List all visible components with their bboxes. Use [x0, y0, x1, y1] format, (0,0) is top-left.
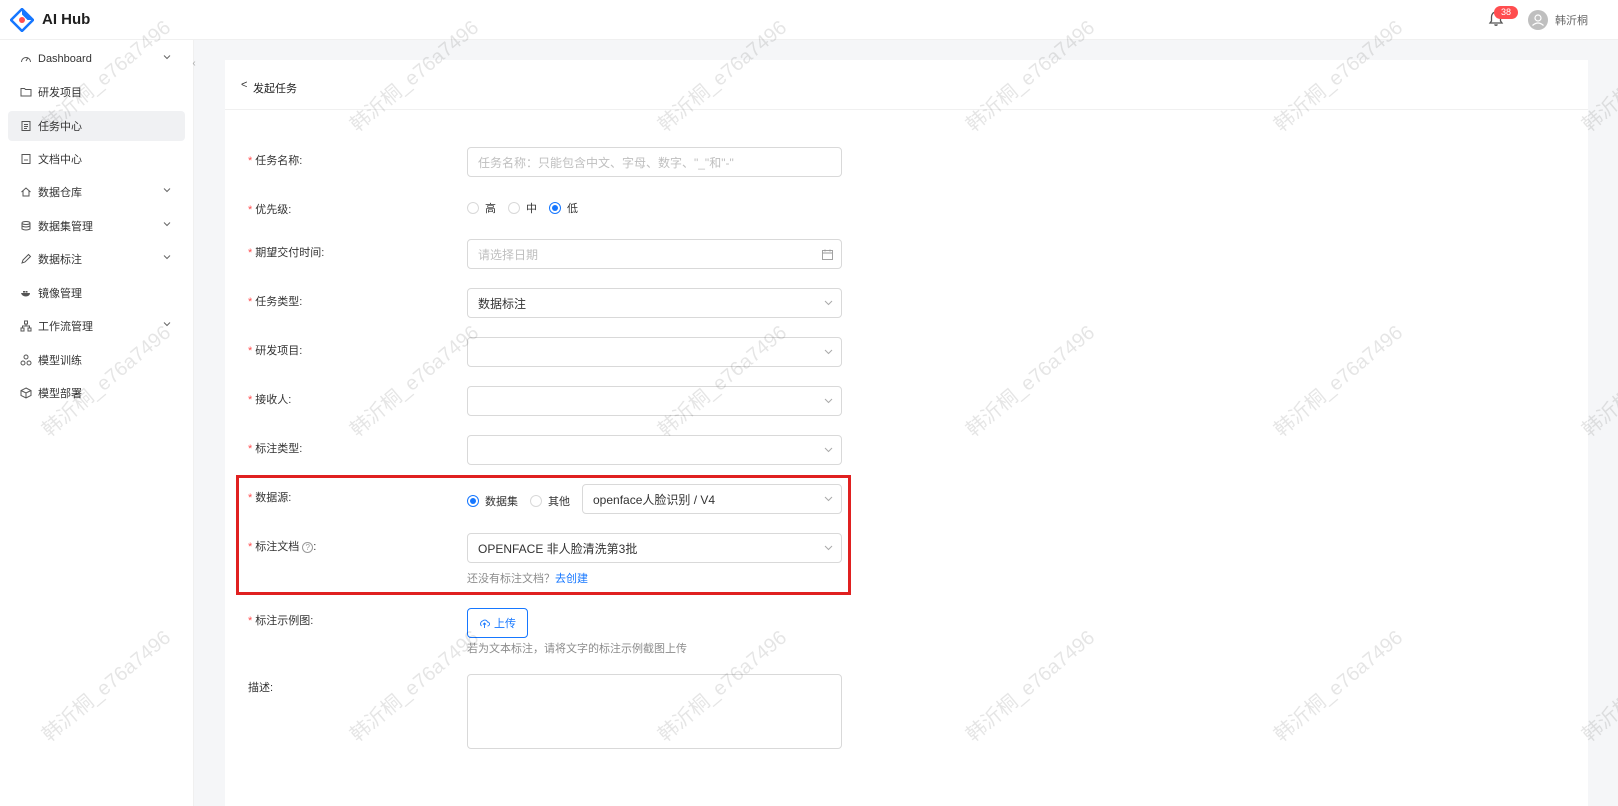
chevron-down-icon — [163, 322, 171, 327]
edit-icon — [21, 253, 32, 264]
priority-option-medium[interactable]: 中 — [508, 200, 537, 216]
calendar-icon — [822, 249, 833, 260]
brand-name: AI Hub — [42, 11, 91, 28]
task-name-placeholder: 任务名称：只能包含中文、字母、数字、"_"和"-" — [478, 155, 734, 170]
task-type-select[interactable]: 数据标注 — [467, 288, 842, 318]
chevron-down-icon — [824, 398, 833, 404]
sidebar-item-workflow-management[interactable]: 工作流管理 — [8, 311, 185, 341]
sidebar-item-label: 数据集管理 — [38, 221, 93, 233]
receiver-label: * 接收人: — [248, 394, 292, 406]
receiver-select[interactable] — [467, 386, 842, 416]
sidebar-item-label: 文档中心 — [38, 154, 82, 166]
sidebar-item-label: 镜像管理 — [38, 288, 82, 300]
radio-icon — [467, 202, 479, 214]
sidebar: Dashboard 研发项目 任务中心 文档中心 数据仓库 数据集管理 数据标注… — [0, 40, 194, 806]
sidebar-item-label: Dashboard — [38, 53, 92, 65]
user-name[interactable]: 韩沂桐 — [1555, 12, 1588, 28]
sidebar-item-label: 任务中心 — [38, 121, 82, 133]
notification-badge: 38 — [1494, 6, 1518, 19]
sidebar-item-label: 研发项目 — [38, 87, 82, 99]
sidebar-item-model-deployment[interactable]: 模型部署 — [8, 378, 185, 408]
priority-option-high[interactable]: 高 — [467, 200, 496, 216]
sidebar-item-label: 工作流管理 — [38, 321, 93, 333]
priority-option-low[interactable]: 低 — [549, 200, 578, 216]
page-title: 发起任务 — [253, 83, 297, 95]
priority-label: * 优先级: — [248, 204, 292, 216]
workflow-icon — [20, 320, 32, 332]
sidebar-item-data-annotation[interactable]: 数据标注 — [8, 244, 185, 274]
folder-icon — [20, 88, 32, 97]
home-icon — [21, 187, 31, 197]
chevron-down-icon — [163, 255, 171, 260]
task-name-label: * 任务名称: — [248, 155, 303, 167]
sidebar-item-image-management[interactable]: 镜像管理 — [8, 278, 185, 308]
upload-button[interactable]: 上传 — [467, 608, 528, 638]
priority-radio-group: 高 中 低 — [467, 200, 590, 216]
sidebar-item-task-center[interactable]: 任务中心 — [8, 111, 185, 141]
example-image-hint: 若为文本标注，请将文字的标注示例截图上传 — [467, 643, 687, 655]
example-image-label: * 标注示例图: — [248, 615, 314, 627]
model-deploy-icon — [20, 387, 32, 399]
sidebar-item-data-warehouse[interactable]: 数据仓库 — [8, 177, 185, 207]
sidebar-item-label: 数据标注 — [38, 254, 82, 266]
project-label: * 研发项目: — [248, 345, 303, 357]
chevron-down-icon — [824, 349, 833, 355]
back-icon[interactable]: < — [241, 79, 247, 91]
sidebar-item-dataset-management[interactable]: 数据集管理 — [8, 211, 185, 241]
database-icon — [21, 221, 31, 231]
chevron-down-icon — [824, 447, 833, 453]
task-type-label: * 任务类型: — [248, 296, 303, 308]
sidebar-item-label: 模型训练 — [38, 355, 82, 367]
project-select[interactable] — [467, 337, 842, 367]
highlight-annotation-box — [236, 475, 851, 595]
chevron-down-icon — [163, 222, 171, 227]
upload-icon — [480, 619, 490, 628]
user-avatar[interactable] — [1528, 10, 1548, 30]
sidebar-item-projects[interactable]: 研发项目 — [8, 77, 185, 107]
annotation-type-label: * 标注类型: — [248, 443, 303, 455]
annotation-type-select[interactable] — [467, 435, 842, 465]
task-type-value: 数据标注 — [478, 296, 527, 311]
sidebar-item-dashboard[interactable]: Dashboard — [8, 44, 185, 74]
sidebar-item-label: 数据仓库 — [38, 187, 82, 199]
radio-icon — [508, 202, 520, 214]
ai-hub-logo[interactable] — [10, 8, 34, 32]
dashboard-icon — [21, 57, 31, 63]
sidebar-item-label: 模型部署 — [38, 388, 82, 400]
due-date-placeholder: 请选择日期 — [478, 247, 539, 262]
main-content: < 发起任务 * 任务名称: 任务名称：只能包含中文、字母、数字、"_"和"-" … — [225, 60, 1588, 806]
description-textarea[interactable] — [467, 674, 842, 749]
description-label: 描述: — [248, 682, 274, 694]
due-date-picker[interactable]: 请选择日期 — [467, 239, 842, 269]
sidebar-item-model-training[interactable]: 模型训练 — [8, 345, 185, 375]
task-name-input[interactable]: 任务名称：只能包含中文、字母、数字、"_"和"-" — [467, 147, 842, 177]
task-icon — [21, 121, 31, 131]
sidebar-collapse-button[interactable]: ‹ — [188, 56, 200, 72]
chevron-down-icon — [163, 188, 171, 193]
chevron-down-icon — [824, 300, 833, 306]
sidebar-item-documents[interactable]: 文档中心 — [8, 144, 185, 174]
due-time-label: * 期望交付时间: — [248, 247, 325, 259]
top-header: AI Hub 38 韩沂桐 — [0, 0, 1618, 40]
document-icon — [21, 154, 31, 164]
chevron-down-icon — [163, 55, 171, 60]
docker-icon — [21, 291, 30, 297]
page-header: < 发起任务 — [225, 60, 1588, 110]
radio-checked-icon — [549, 202, 561, 214]
model-train-icon — [20, 354, 32, 366]
user-icon — [1532, 14, 1544, 26]
